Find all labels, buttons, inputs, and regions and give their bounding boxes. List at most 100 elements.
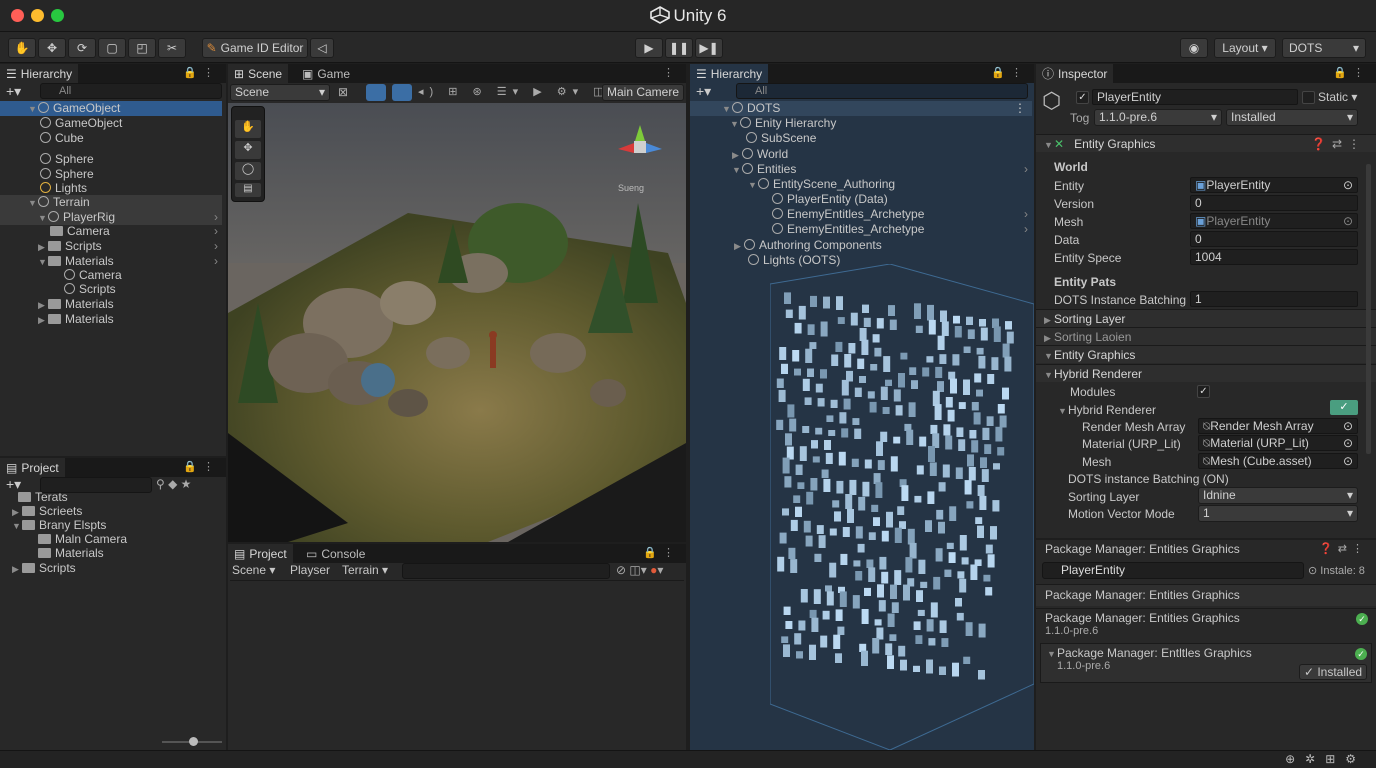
move-tool-button[interactable]: ✥ [38,38,66,58]
unity-cloud-button[interactable]: ◁ [310,38,334,58]
entity-graphics-section[interactable]: ▼Entity Graphics [1036,345,1376,363]
data-field[interactable]: 0 [1190,231,1358,247]
tab-hierarchy-dots[interactable]: ☰ Hierarchy [690,64,769,83]
entity-space-field[interactable]: 1004 [1190,249,1358,265]
view-mode-dropdown[interactable]: Scene ▾ [230,84,330,101]
tag-dropdown[interactable]: 1.1.0-pre.6 ▾ [1094,109,1222,126]
list-item[interactable]: SubScene [746,131,816,146]
list-item[interactable]: EnemyEntitles_Archetype › [772,222,1032,237]
sorting-layer-dropdown[interactable]: Idnine ▾ [1198,487,1358,504]
panel-menu-icon[interactable]: 🔒⋮ [991,66,1028,79]
2d-toggle-button[interactable] [366,84,386,101]
panel-menu-icon[interactable]: 🔒⋮ [183,66,220,79]
list-item[interactable]: ▶ Materials [38,312,114,327]
material-field[interactable]: ⍉Material (URP_Lit) ⊙ [1198,435,1358,451]
rotate-icon[interactable]: ◯ [235,162,261,180]
hand-tool-button[interactable]: ✋ [8,38,36,58]
version-field[interactable]: 0 [1190,195,1358,211]
list-item[interactable]: ▼ PlayerRig › [0,210,222,225]
rect-tool-button[interactable]: ◰ [128,38,156,58]
list-item[interactable]: ▼ Brany Elspts [12,518,106,533]
panel-menu-icon[interactable]: 🔒⋮ [643,546,680,559]
dots-hierarchy-search-input[interactable]: All [736,83,1028,99]
tab-project-left[interactable]: ▤ Project [0,458,65,477]
step-button[interactable]: ▶❚ [695,38,723,58]
move-icon[interactable]: ✥ [235,141,261,159]
entity-field[interactable]: ▣PlayerEntity ⊙ [1190,177,1358,193]
account-button[interactable]: ◉ [1180,38,1208,58]
list-item[interactable]: Sphere [40,167,94,182]
rotate-tool-button[interactable]: ⟳ [68,38,96,58]
add-button[interactable]: +▾ [6,83,21,100]
dots-batching-field[interactable]: 1 [1190,291,1358,307]
custom-tool-button[interactable]: ✂ [158,38,186,58]
list-item[interactable]: ▼ Entities › [732,162,1032,177]
list-item[interactable]: Camera › [50,224,222,239]
zoom-slider-handle[interactable] [189,737,198,746]
pause-button[interactable]: ❚❚ [665,38,693,58]
project-search-input[interactable] [402,563,610,579]
game-id-editor-button[interactable]: ✎ Game ID Editor [202,38,308,58]
list-item[interactable]: Materials [38,546,104,561]
list-item[interactable]: ▶ Scripts › [38,239,222,254]
status-icons[interactable]: ⊕✲⊞⚙ [1285,752,1366,766]
list-item[interactable]: ▼ Enity Hierarchy [730,116,836,131]
package-entry-selected[interactable]: ▼Package Manager: Entltles Graphics 1.1.… [1040,643,1372,683]
installed-button[interactable]: ✓ Installed [1299,664,1367,680]
scale-icon[interactable]: ▤ [235,183,261,197]
terrain-filter-dropdown[interactable]: Terrain ▾ [342,563,388,577]
camera-dropdown[interactable]: Main Camere [602,84,684,101]
list-item[interactable]: EnemyEntitles_Archetype › [772,207,1032,222]
panel-menu-icon[interactable]: 🔒⋮ [1333,66,1370,79]
tab-console[interactable]: ▭ Console [300,544,371,563]
list-item[interactable]: ▼ Materials › [38,254,222,269]
package-entry[interactable]: Package Manager: Entities Graphics [1036,584,1376,606]
list-item[interactable]: Scripts [64,282,116,297]
mesh-field[interactable]: ▣PlayerEntity ⊙ [1190,213,1358,229]
sorting-lation-section[interactable]: ▶ Sorting Laoien [1036,327,1376,345]
list-item[interactable]: ▶ Materials [38,297,114,312]
list-item[interactable]: Terats [18,490,68,505]
list-item[interactable]: PlayerEntity (Data) [772,192,888,207]
list-item[interactable]: ▼ Terrain [0,195,222,210]
list-item[interactable]: Sphere [40,152,94,167]
lighting-toggle-button[interactable] [392,84,412,101]
list-item[interactable]: ▶ Scrieets [12,504,82,519]
motion-vector-dropdown[interactable]: 1 ▾ [1198,505,1358,522]
list-item[interactable]: Lights [40,181,87,196]
render-mode-icon[interactable]: ⊠ [338,85,348,99]
panel-menu-icon[interactable]: ❓⇄⋮ [1319,542,1368,555]
layout-dropdown[interactable]: Layout ▾ [1214,38,1276,58]
scale-tool-button[interactable]: ▢ [98,38,126,58]
package-entry[interactable]: Package Manager: Entities Graphics 1.1.0… [1036,608,1376,642]
filter-icon[interactable]: ⚲ ◆ ★ [156,477,191,491]
list-item[interactable]: Maln Camera [38,532,127,547]
entity-graphics-header[interactable]: ▼✕ Entity Graphics ❓⇄⋮ [1036,134,1376,152]
hybrid-renderer-section[interactable]: ▼Hybrid Renderer [1036,364,1376,382]
list-item[interactable]: GameObject [40,116,122,131]
active-checkbox[interactable]: ✓ [1076,91,1089,104]
installed-dropdown[interactable]: Installed ▾ [1226,109,1358,126]
list-item[interactable]: Cube [40,131,84,146]
static-checkbox[interactable] [1302,91,1315,104]
player-filter-dropdown[interactable]: Playser [290,563,330,577]
list-item[interactable]: ▼ GameObject [0,101,222,116]
add-button[interactable]: +▾ [696,83,711,100]
list-item[interactable]: ▶ Authoring Components [734,238,882,253]
list-item[interactable]: ▶ Scripts [12,561,76,576]
scene-viewport[interactable]: Sueng ✋ ✥ ◯ ▤ [228,103,686,542]
hand-icon[interactable]: ✋ [235,120,261,138]
list-item[interactable]: ▶ World [732,147,788,162]
sorting-layer-section[interactable]: ▶ Sorting Layer [1036,309,1376,327]
list-item[interactable]: Lights (OOTS) [748,253,840,268]
hierarchy-search-input[interactable]: All [40,83,222,99]
tab-game[interactable]: ▣ Game [296,64,356,83]
mesh-asset-field[interactable]: ⍉Mesh (Cube.asset) ⊙ [1198,453,1358,469]
scene-filter-dropdown[interactable]: Scene ▾ [232,563,275,577]
static-dropdown[interactable]: Static ▾ [1318,90,1357,104]
tab-project[interactable]: ▤ Project [228,544,293,563]
tab-inspector[interactable]: ⓘ Inspector [1036,64,1114,83]
scene-options-icons[interactable]: ◂) ⊞ ⊛ ☰▾ ▶ ⚙▾ ◫ [418,85,610,98]
play-button[interactable]: ▶ [635,38,663,58]
package-search-input[interactable]: PlayerEntity [1042,562,1304,579]
